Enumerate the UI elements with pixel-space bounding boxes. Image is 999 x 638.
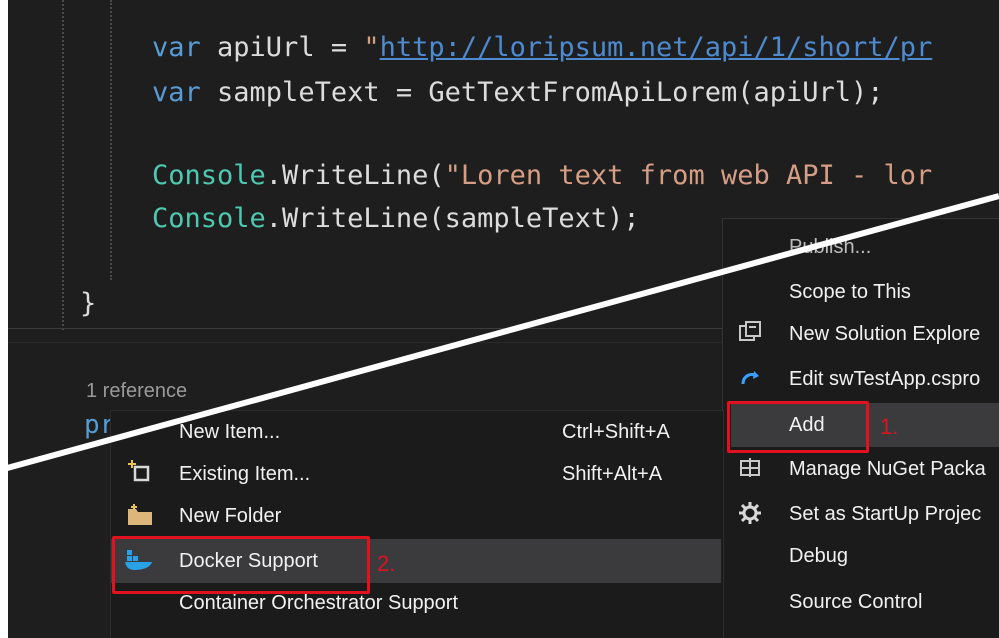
- diagonal-divider: [0, 193, 999, 473]
- screenshot: var apiUrl = "http://loripsum.net/api/1/…: [0, 0, 999, 638]
